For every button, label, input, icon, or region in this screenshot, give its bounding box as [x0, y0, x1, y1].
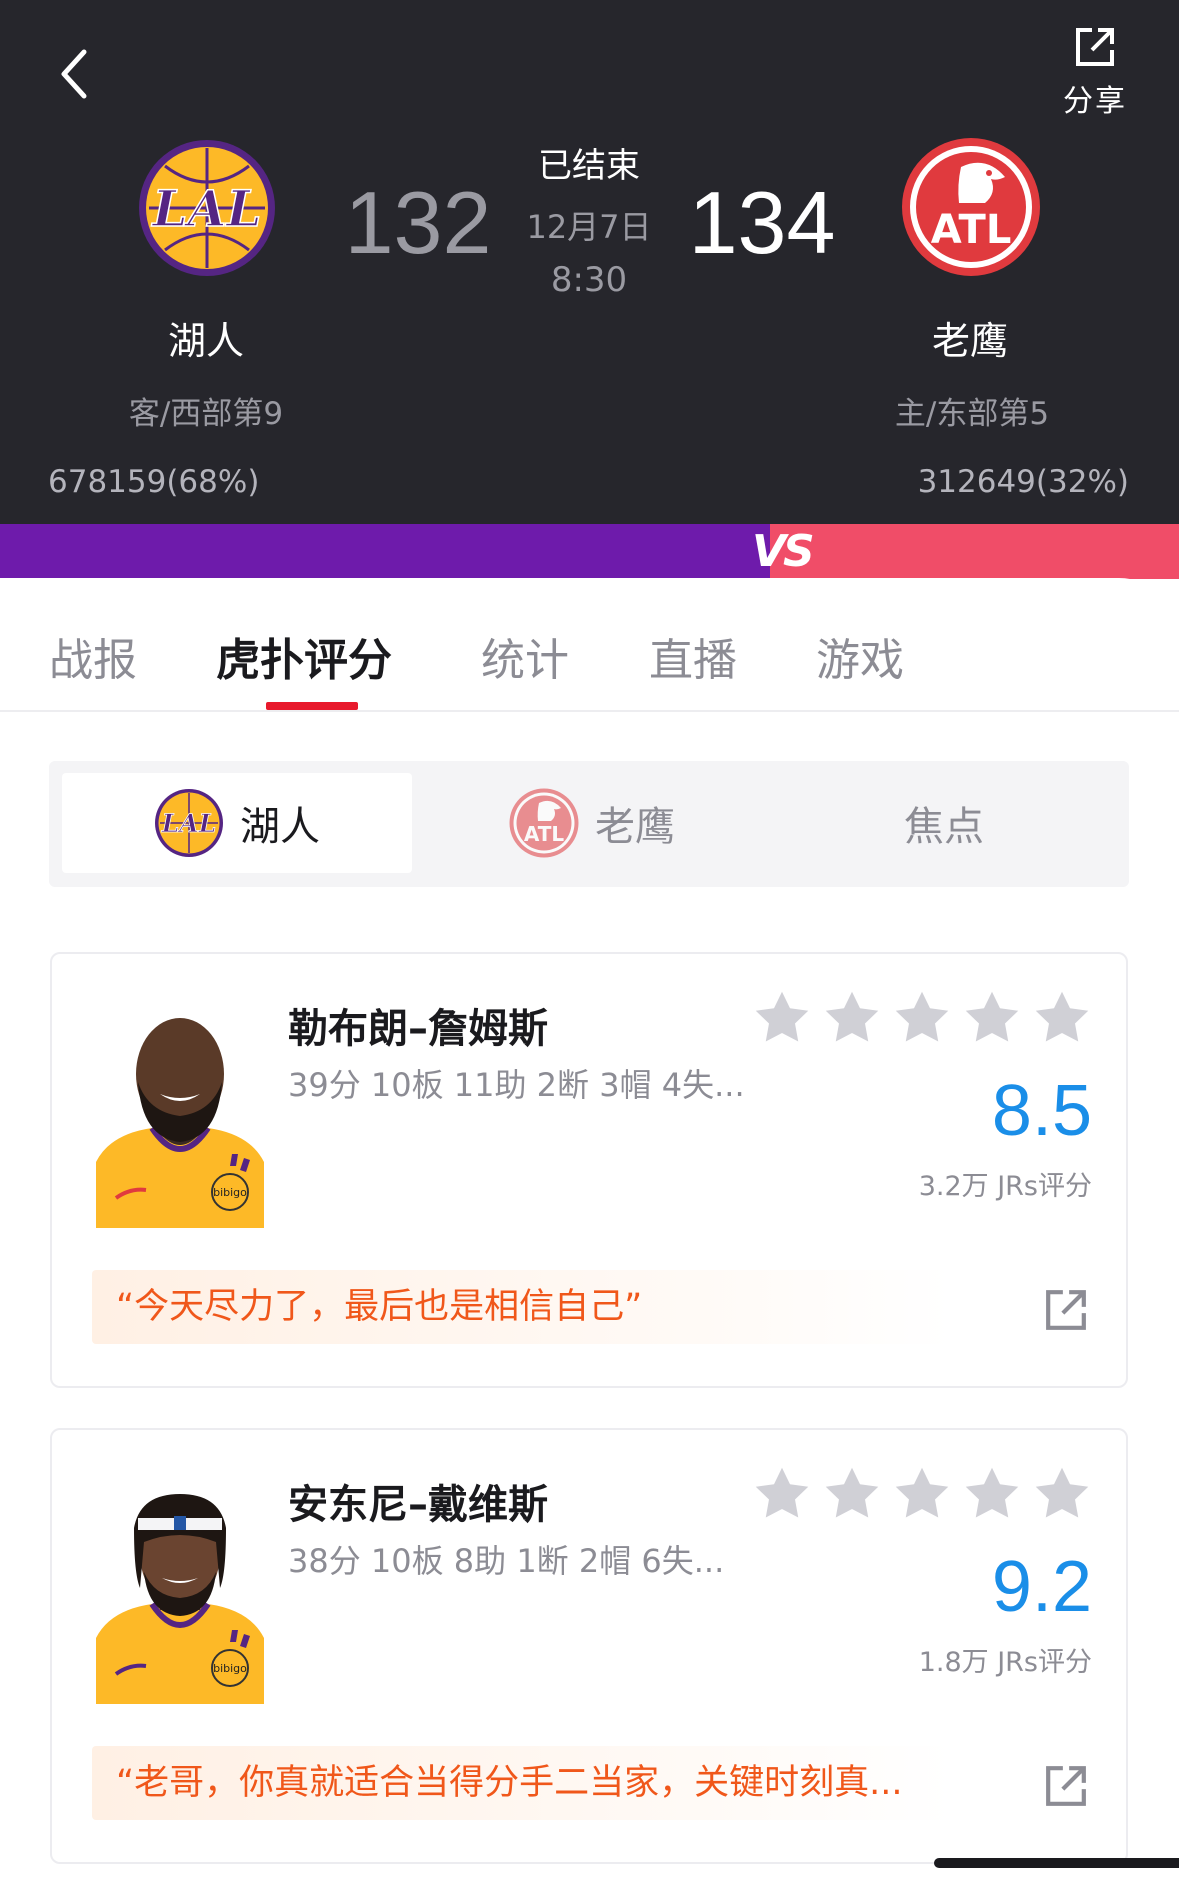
share-icon: [1076, 28, 1114, 66]
svg-text:LAL: LAL: [150, 179, 261, 238]
away-team-name: 湖人: [167, 319, 244, 363]
star-icon[interactable]: [1032, 988, 1092, 1048]
home-support-bar: [770, 524, 1179, 579]
player-stats: 39分 10板 11助 2断 3帽 4失...: [288, 1066, 745, 1104]
team-filter: LAL 湖人 ATL 老鹰 焦点: [49, 761, 1129, 887]
tab-hupu-rating[interactable]: 虎扑评分: [216, 624, 392, 688]
share-icon[interactable]: [1044, 1288, 1088, 1332]
tab-stats[interactable]: 统计: [481, 624, 569, 688]
rating-stars: [752, 1464, 1092, 1524]
home-indicator[interactable]: [934, 1858, 1179, 1868]
star-icon[interactable]: [822, 1464, 882, 1524]
svg-text:bibigo: bibigo: [213, 1662, 247, 1675]
svg-text:ATL: ATL: [931, 207, 1012, 253]
away-team-rank: 客/西部第9: [128, 396, 284, 432]
filter-hawks-label: 老鹰: [595, 804, 675, 850]
top-comment[interactable]: “今天尽力了，最后也是相信自己”: [92, 1270, 952, 1344]
player-avatar: bibigo: [90, 1488, 270, 1704]
lakers-logo-icon: LAL: [155, 789, 223, 857]
game-status: 已结束: [538, 146, 640, 186]
support-ratio-bar: VS: [0, 524, 1179, 579]
rating-count: 3.2万 JRs评分: [918, 1171, 1092, 1202]
player-rating: 9.2: [991, 1547, 1092, 1627]
away-support-count: 678159(68%): [48, 464, 260, 500]
star-icon[interactable]: [752, 988, 812, 1048]
away-score: 132: [344, 173, 492, 272]
away-support-bar: [0, 524, 770, 579]
back-icon[interactable]: [52, 44, 112, 104]
tab-live[interactable]: 直播: [649, 624, 737, 688]
star-icon[interactable]: [1032, 1464, 1092, 1524]
player-name: 勒布朗–詹姆斯: [288, 1006, 548, 1052]
vs-label: VS: [752, 526, 815, 577]
tab-bar: 战报 虎扑评分 统计 直播 游戏: [0, 578, 1179, 712]
share-label: 分享: [1063, 84, 1127, 119]
player-name: 安东尼–戴维斯: [288, 1482, 548, 1528]
filter-lakers-label: 湖人: [240, 804, 320, 850]
player-avatar: bibigo: [90, 1012, 270, 1228]
svg-text:LAL: LAL: [161, 809, 217, 838]
star-icon[interactable]: [752, 1464, 812, 1524]
filter-focus-label: 焦点: [904, 804, 984, 850]
tab-game[interactable]: 游戏: [816, 624, 904, 688]
home-team-rank: 主/东部第5: [894, 396, 1050, 432]
tab-report[interactable]: 战报: [49, 624, 137, 688]
player-card[interactable]: bibigo 勒布朗–詹姆斯 39分 10板 11助 2断 3帽 4失... 8…: [50, 952, 1128, 1388]
filter-lakers[interactable]: LAL 湖人: [62, 773, 412, 873]
rating-stars: [752, 988, 1092, 1048]
svg-text:ATL: ATL: [524, 822, 565, 846]
hawks-logo-icon: ATL: [509, 788, 579, 858]
star-icon[interactable]: [962, 1464, 1022, 1524]
filter-hawks[interactable]: ATL 老鹰: [417, 773, 767, 873]
game-header: 分享 LAL ATL 湖人 老鹰 客/西部第9 主/东部第5 132 134 已…: [0, 0, 1179, 524]
home-score: 134: [688, 173, 836, 272]
share-button[interactable]: 分享: [1057, 26, 1133, 119]
game-date: 12月7日: [526, 208, 652, 246]
player-card[interactable]: bibigo 安东尼–戴维斯 38分 10板 8助 1断 2帽 6失... 9.…: [50, 1428, 1128, 1864]
star-icon[interactable]: [892, 1464, 952, 1524]
player-rating: 8.5: [991, 1071, 1092, 1151]
share-icon[interactable]: [1044, 1764, 1088, 1808]
home-team-name: 老鹰: [931, 319, 1008, 363]
star-icon[interactable]: [822, 988, 882, 1048]
player-stats: 38分 10板 8助 1断 2帽 6失...: [288, 1542, 725, 1580]
game-time: 8:30: [550, 260, 628, 300]
lakers-logo-icon[interactable]: LAL: [137, 138, 277, 278]
active-tab-indicator: [266, 702, 358, 710]
svg-text:bibigo: bibigo: [213, 1186, 247, 1199]
home-support-count: 312649(32%): [917, 464, 1129, 500]
star-icon[interactable]: [962, 988, 1022, 1048]
top-comment[interactable]: “老哥，你真就适合当得分手二当家，关键时刻真...: [92, 1746, 952, 1820]
filter-focus[interactable]: 焦点: [769, 773, 1119, 873]
star-icon[interactable]: [892, 988, 952, 1048]
rating-count: 1.8万 JRs评分: [918, 1647, 1092, 1678]
hawks-logo-icon[interactable]: ATL: [901, 137, 1041, 277]
